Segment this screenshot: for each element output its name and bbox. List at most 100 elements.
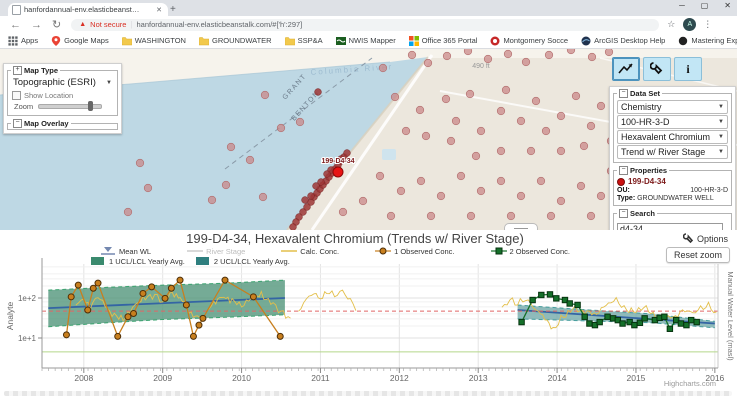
- bookmark-item[interactable]: Office 365 Portal: [409, 36, 478, 46]
- data-point[interactable]: [115, 333, 121, 339]
- well-dot[interactable]: [246, 156, 254, 164]
- well-dot[interactable]: [497, 177, 505, 185]
- well-dot[interactable]: [580, 142, 588, 150]
- well-dot[interactable]: [261, 91, 269, 99]
- map-collapse-handle[interactable]: [504, 223, 538, 230]
- data-point[interactable]: [90, 285, 96, 291]
- dataset-select[interactable]: Trend w/ River Stage▼: [617, 145, 728, 159]
- trend-chart-button[interactable]: [612, 57, 640, 81]
- well-dot[interactable]: [545, 51, 553, 59]
- url-text[interactable]: hanfordannual-env.elasticbeanstalk.com/#…: [137, 20, 303, 29]
- legend-item[interactable]: 2 UCL/LCL Yearly Avg.: [195, 256, 290, 266]
- data-point[interactable]: [183, 302, 189, 308]
- well-dot[interactable]: [402, 127, 410, 135]
- data-point[interactable]: [190, 333, 196, 339]
- data-point[interactable]: [547, 292, 552, 297]
- well-dot[interactable]: [339, 208, 347, 216]
- data-point[interactable]: [68, 294, 74, 300]
- well-dot[interactable]: [567, 49, 575, 54]
- tools-button[interactable]: [643, 57, 671, 81]
- well-dot[interactable]: [408, 51, 416, 59]
- data-point[interactable]: [605, 314, 610, 319]
- well-dot[interactable]: [588, 53, 596, 61]
- well-dot[interactable]: [222, 181, 230, 189]
- profile-avatar[interactable]: A: [683, 18, 696, 31]
- chart-options-button[interactable]: Options: [683, 233, 728, 244]
- well-dot[interactable]: [376, 172, 384, 180]
- well-dot[interactable]: [452, 117, 460, 125]
- well-dot[interactable]: [527, 147, 535, 155]
- well-dot[interactable]: [502, 86, 510, 94]
- data-point[interactable]: [632, 322, 637, 327]
- well-dot[interactable]: [387, 212, 395, 220]
- map-canvas[interactable]: Columbia RiverGRANTBENTON490 ft199-D4-34…: [0, 49, 737, 230]
- data-point[interactable]: [575, 302, 580, 307]
- well-dot[interactable]: [277, 124, 285, 132]
- legend-item[interactable]: 2 Observed Conc.: [491, 246, 570, 256]
- data-point[interactable]: [162, 295, 168, 301]
- back-button[interactable]: ←: [10, 19, 21, 31]
- data-point[interactable]: [131, 310, 137, 316]
- maximize-button[interactable]: ▢: [701, 1, 709, 10]
- well-dot[interactable]: [442, 95, 450, 103]
- well-dot-cluster[interactable]: [302, 197, 309, 204]
- well-dot[interactable]: [227, 143, 235, 151]
- well-dot[interactable]: [259, 193, 267, 201]
- close-button[interactable]: ✕: [724, 1, 731, 10]
- data-point[interactable]: [554, 296, 559, 301]
- data-point[interactable]: [222, 277, 228, 283]
- well-dot[interactable]: [424, 59, 432, 67]
- minimize-button[interactable]: ─: [679, 1, 685, 10]
- forward-button[interactable]: →: [31, 19, 42, 31]
- data-point[interactable]: [678, 321, 683, 326]
- well-dot[interactable]: [557, 197, 565, 205]
- well-dot[interactable]: [605, 49, 613, 56]
- well-dot[interactable]: [464, 49, 472, 55]
- collapse-toggle-icon[interactable]: −: [619, 166, 628, 175]
- data-point[interactable]: [63, 332, 69, 338]
- data-point[interactable]: [519, 319, 524, 324]
- data-point[interactable]: [168, 285, 174, 291]
- reload-button[interactable]: ↻: [52, 18, 61, 31]
- data-point[interactable]: [667, 326, 672, 331]
- collapse-toggle-icon[interactable]: +: [13, 66, 22, 75]
- data-point[interactable]: [75, 282, 81, 288]
- browser-tab[interactable]: hanfordannual-env.elasticbeanst… ✕: [8, 3, 168, 16]
- well-dot[interactable]: [597, 102, 605, 110]
- collapse-toggle-icon[interactable]: −: [619, 89, 628, 98]
- well-dot[interactable]: [417, 177, 425, 185]
- well-dot[interactable]: [472, 152, 480, 160]
- info-button[interactable]: i: [674, 57, 702, 81]
- highcharts-credit[interactable]: Highcharts.com: [664, 379, 716, 388]
- well-dot-cluster[interactable]: [344, 150, 351, 157]
- data-point[interactable]: [620, 321, 625, 326]
- data-point[interactable]: [125, 314, 131, 320]
- legend-item[interactable]: River Stage: [187, 246, 245, 256]
- well-dot[interactable]: [547, 212, 555, 220]
- well-dot[interactable]: [557, 147, 565, 155]
- bookmark-item[interactable]: NWIS Mapper: [336, 36, 396, 46]
- data-point[interactable]: [567, 301, 572, 306]
- well-dot[interactable]: [359, 197, 367, 205]
- well-dot[interactable]: [416, 106, 424, 114]
- data-point[interactable]: [662, 314, 667, 319]
- well-dot[interactable]: [577, 182, 585, 190]
- well-dot[interactable]: [497, 107, 505, 115]
- well-dot-cluster[interactable]: [324, 171, 331, 178]
- dataset-select[interactable]: Hexavalent Chromium▼: [617, 130, 728, 144]
- well-dot[interactable]: [477, 187, 485, 195]
- data-point[interactable]: [140, 290, 146, 296]
- well-dot[interactable]: [517, 117, 525, 125]
- well-dot[interactable]: [467, 212, 475, 220]
- show-location-checkbox[interactable]: [12, 91, 21, 100]
- well-dot[interactable]: [587, 212, 595, 220]
- well-dot-cluster[interactable]: [308, 193, 315, 200]
- well-dot[interactable]: [532, 97, 540, 105]
- well-dot[interactable]: [542, 127, 550, 135]
- reset-zoom-button[interactable]: Reset zoom: [666, 247, 730, 263]
- data-point[interactable]: [694, 319, 699, 324]
- basemap-select[interactable]: Topographic (ESRI) ▼: [11, 76, 114, 89]
- data-point[interactable]: [530, 297, 535, 302]
- data-point[interactable]: [250, 294, 256, 300]
- legend-item[interactable]: Mean WL: [100, 246, 151, 256]
